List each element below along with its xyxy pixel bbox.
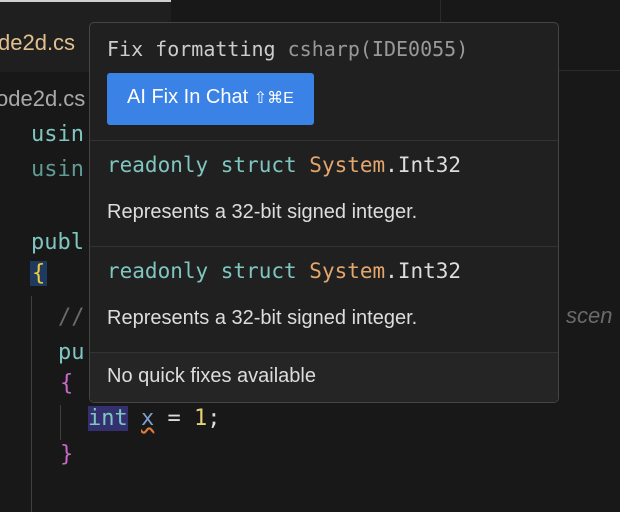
hover-popup: Fix formatting csharp(IDE0055) AI Fix In… [89, 22, 559, 403]
type-description: Represents a 32-bit signed integer. [107, 307, 418, 329]
code-comment-tail: scen [566, 303, 613, 328]
popup-header: Fix formatting csharp(IDE0055) AI Fix In… [90, 23, 558, 141]
popup-title: Fix formatting csharp(IDE0055) [107, 37, 541, 61]
sig-keywords: readonly struct [107, 259, 310, 283]
code-semicolon: ; [207, 406, 221, 431]
fix-title: Fix formatting [107, 37, 276, 61]
code-number: 1 [194, 406, 208, 431]
tab-label: de2d.cs [0, 30, 76, 55]
type-description: Represents a 32-bit signed integer. [107, 201, 418, 223]
type-info-section: readonly struct System.Int32 Represents … [90, 141, 558, 247]
code-comment[interactable]: // [58, 305, 85, 330]
type-signature: readonly struct System.Int32 [107, 259, 541, 283]
sig-name: Int32 [397, 153, 462, 177]
sig-dot: . [385, 259, 398, 283]
code-inner-brace-close[interactable]: } [60, 442, 73, 467]
code-line-public[interactable]: publ [31, 230, 84, 255]
code-inner-brace-open[interactable]: { [60, 371, 73, 396]
code-line-using-1[interactable]: usin [31, 122, 84, 147]
type-info-section: readonly struct System.Int32 Represents … [90, 247, 558, 353]
code-line-using-2[interactable]: usin [31, 157, 84, 182]
type-signature: readonly struct System.Int32 [107, 153, 541, 177]
ai-button-shortcut: ⇧⌘E [253, 90, 294, 107]
ai-button-label: AI Fix In Chat [127, 86, 249, 108]
code-brace-open[interactable]: { [30, 261, 48, 286]
sig-name: Int32 [397, 259, 462, 283]
no-quick-fixes-label: No quick fixes available [90, 353, 558, 402]
code-line-pu[interactable]: pu [58, 340, 85, 365]
sig-namespace: System [309, 153, 386, 177]
breadcrumb[interactable]: ode2d.cs [0, 86, 85, 112]
ai-fix-in-chat-button[interactable]: AI Fix In Chat ⇧⌘E [107, 73, 314, 125]
code-op: = [154, 406, 194, 431]
sig-dot: . [385, 153, 398, 177]
code-kw-int[interactable]: int [88, 406, 128, 431]
indent-guide [31, 296, 32, 512]
code-line-int[interactable]: int x = 1; [88, 406, 221, 431]
sig-keywords: readonly struct [107, 153, 310, 177]
sig-namespace: System [309, 259, 386, 283]
indent-guide [60, 405, 61, 440]
fix-source: csharp(IDE0055) [287, 37, 469, 61]
code-var-x[interactable]: x [141, 406, 154, 431]
